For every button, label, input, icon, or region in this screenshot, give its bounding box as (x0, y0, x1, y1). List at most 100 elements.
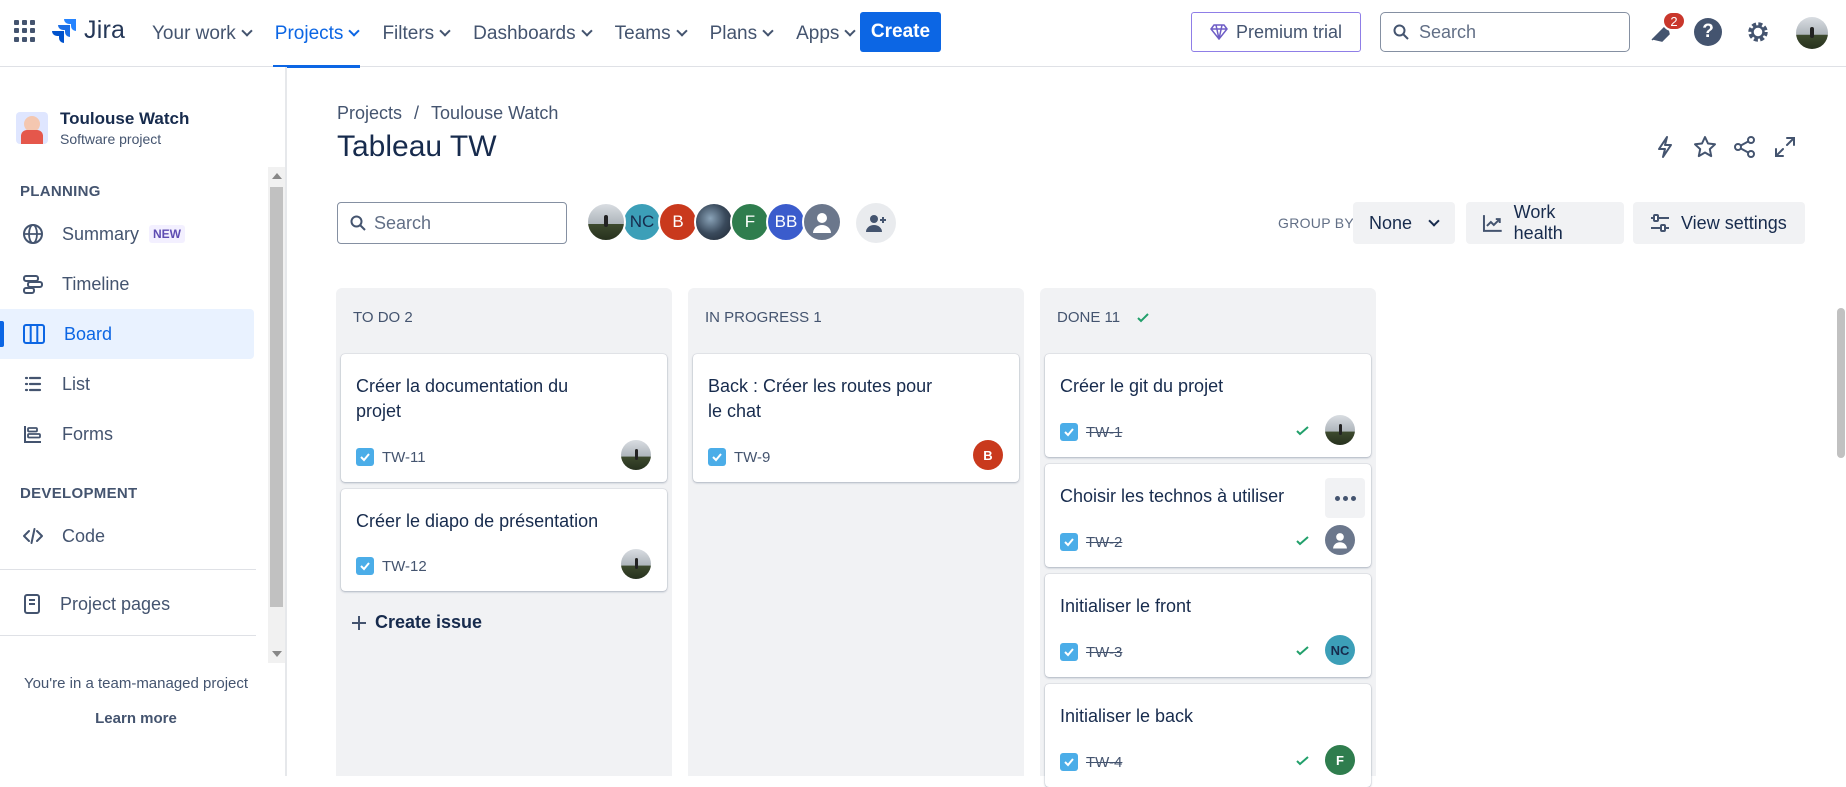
project-header[interactable]: Toulouse Watch Software project (16, 109, 189, 147)
scroll-down-arrow-icon[interactable] (272, 651, 282, 657)
nav-filters[interactable]: Filters (382, 0, 451, 67)
assignee-avatar[interactable] (621, 549, 651, 579)
issue-card[interactable]: Back : Créer les routes pour le chat TW-… (693, 354, 1019, 482)
issue-key[interactable]: TW-11 (382, 449, 426, 466)
code-icon (23, 528, 43, 544)
development-heading: DEVELOPMENT (20, 485, 138, 502)
task-checkbox-icon (1060, 423, 1078, 441)
default-avatar[interactable] (802, 202, 842, 242)
user-icon (813, 213, 831, 233)
issue-key[interactable]: TW-3 (1086, 644, 1122, 661)
app-switcher-icon[interactable] (14, 20, 36, 42)
nav-label: Teams (614, 22, 671, 44)
global-search-input[interactable]: Search (1380, 12, 1630, 52)
assignee-avatar[interactable] (621, 440, 651, 470)
card-title: Créer le git du projet (1060, 376, 1224, 396)
nav-projects[interactable]: Projects (272, 0, 361, 68)
breadcrumb-projects[interactable]: Projects (337, 103, 402, 124)
automation-lightning-icon[interactable] (1652, 134, 1678, 160)
sidebar-item-project-pages[interactable]: Project pages (0, 579, 254, 629)
expand-icon[interactable] (1772, 134, 1798, 160)
done-check-icon (1137, 312, 1149, 322)
nav-teams[interactable]: Teams (614, 0, 688, 67)
sidebar-item-list[interactable]: List (0, 359, 254, 409)
project-name: Toulouse Watch (60, 109, 190, 128)
group-by-select[interactable]: None (1353, 202, 1455, 244)
avatar[interactable]: BB (766, 202, 806, 242)
assignee-avatar[interactable]: F (1325, 745, 1355, 775)
nav-label: Apps (796, 22, 840, 44)
help-button[interactable]: ? (1692, 16, 1724, 48)
nav-label: Filters (382, 22, 435, 44)
scrollbar-thumb[interactable] (270, 187, 283, 607)
sidebar-item-forms[interactable]: Forms (0, 409, 254, 459)
issue-key[interactable]: TW-12 (382, 558, 427, 575)
add-people-button[interactable] (856, 203, 896, 243)
learn-more-link[interactable]: Learn more (0, 710, 272, 727)
sidebar-scrollbar[interactable] (268, 167, 285, 663)
issue-card[interactable]: Initialiser le front TW-3 NC (1045, 574, 1371, 677)
issue-key[interactable]: TW-1 (1086, 424, 1122, 441)
issue-key[interactable]: TW-9 (734, 449, 770, 466)
create-button[interactable]: Create (860, 12, 941, 52)
card-more-actions-button[interactable] (1325, 478, 1365, 518)
sidebar-item-board[interactable]: Board (0, 309, 254, 359)
assignee-avatar[interactable]: NC (1325, 635, 1355, 665)
settings-button[interactable] (1742, 16, 1774, 48)
avatar[interactable]: NC (622, 202, 662, 242)
premium-trial-button[interactable]: Premium trial (1191, 12, 1361, 52)
add-user-icon (866, 215, 886, 232)
chevron-down-icon (762, 25, 774, 37)
assignee-avatar[interactable]: B (973, 440, 1003, 470)
board-scrollbar[interactable] (1836, 288, 1846, 776)
sliders-icon (1651, 214, 1669, 232)
search-icon (1393, 24, 1409, 40)
sidebar-item-timeline[interactable]: Timeline (0, 259, 254, 309)
nav-dashboards[interactable]: Dashboards (473, 0, 593, 67)
avatar[interactable] (586, 202, 626, 242)
issue-card[interactable]: Créer le diapo de présentation TW-12 (341, 489, 667, 591)
board-search-placeholder: Search (374, 212, 432, 233)
view-settings-button[interactable]: View settings (1633, 202, 1805, 244)
jira-logo[interactable]: Jira (52, 16, 125, 45)
card-footer: TW-9 (708, 448, 770, 466)
sidebar-item-summary[interactable]: Summary NEW (0, 209, 254, 259)
nav-your-work[interactable]: Your work (152, 0, 253, 67)
profile-avatar[interactable] (1796, 17, 1828, 49)
work-health-button[interactable]: Work health (1466, 202, 1624, 244)
scrollbar-thumb[interactable] (1837, 308, 1845, 458)
avatar[interactable] (694, 202, 734, 242)
chevron-down-icon (675, 25, 688, 37)
issue-card[interactable]: Créer la documentation du projet TW-11 (341, 354, 667, 482)
create-issue-button[interactable]: Create issue (351, 612, 482, 633)
breadcrumb-project[interactable]: Toulouse Watch (431, 103, 558, 124)
chevron-down-icon (241, 25, 253, 37)
avatar[interactable]: F (730, 202, 770, 242)
sidebar-item-label: Project pages (60, 593, 171, 614)
nav-label: Plans (709, 22, 758, 44)
avatar[interactable]: B (658, 202, 698, 242)
default-assignee-avatar[interactable] (1325, 525, 1355, 555)
issue-card[interactable]: Initialiser le back TW-4 F (1045, 684, 1371, 787)
issue-key[interactable]: TW-2 (1086, 534, 1122, 551)
sidebar-item-code[interactable]: Code (0, 511, 254, 561)
share-icon[interactable] (1732, 134, 1758, 160)
sidebar-item-label: Code (62, 525, 106, 546)
page-icon (24, 594, 40, 614)
issue-card[interactable]: Créer le git du projet TW-1 (1045, 354, 1371, 457)
sidebar-item-label: Forms (62, 423, 113, 444)
nav-plans[interactable]: Plans (709, 0, 774, 67)
column-title: DONE 11 (1057, 309, 1121, 326)
assignee-avatar[interactable] (1325, 415, 1355, 445)
project-avatar (16, 112, 48, 144)
nav-apps[interactable]: Apps (796, 0, 857, 67)
issue-card[interactable]: Choisir les technos à utiliser TW-2 (1045, 464, 1371, 567)
column-header: DONE 11 (1057, 309, 1152, 326)
board-search-input[interactable]: Search (337, 202, 567, 244)
card-title: Initialiser le back (1060, 706, 1194, 726)
chevron-down-icon (439, 25, 451, 37)
star-icon[interactable] (1692, 134, 1718, 160)
issue-key[interactable]: TW-4 (1086, 754, 1122, 771)
scroll-up-arrow-icon[interactable] (272, 173, 282, 179)
search-icon (350, 215, 366, 231)
